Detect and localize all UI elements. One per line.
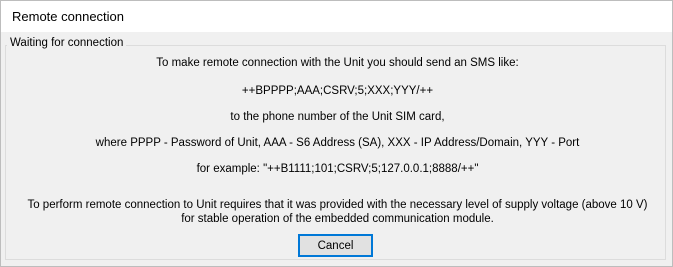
instruction-text: To make remote connection with the Unit … [156,57,519,69]
groupbox-label: Waiting for connection [7,37,127,49]
cancel-button[interactable]: Cancel [298,234,373,257]
example-text: for example: "++B1111;101;CSRV;5;127.0.0… [196,163,479,175]
parameters-description-text: where PPPP - Password of Unit, AAA - S6 … [95,137,580,149]
sim-card-text: to the phone number of the Unit SIM card… [230,111,445,123]
sms-format-text: ++BPPPP;AAA;CSRV;5;XXX;YYY/++ [241,85,434,97]
remote-connection-dialog: Remote connection Waiting for connection… [0,0,673,267]
waiting-groupbox [5,45,666,260]
voltage-requirement-text: To perform remote connection to Unit req… [27,199,648,211]
stable-operation-text: for stable operation of the embedded com… [181,213,494,225]
title-bar[interactable]: Remote connection [1,1,672,32]
window-title: Remote connection [12,9,125,24]
